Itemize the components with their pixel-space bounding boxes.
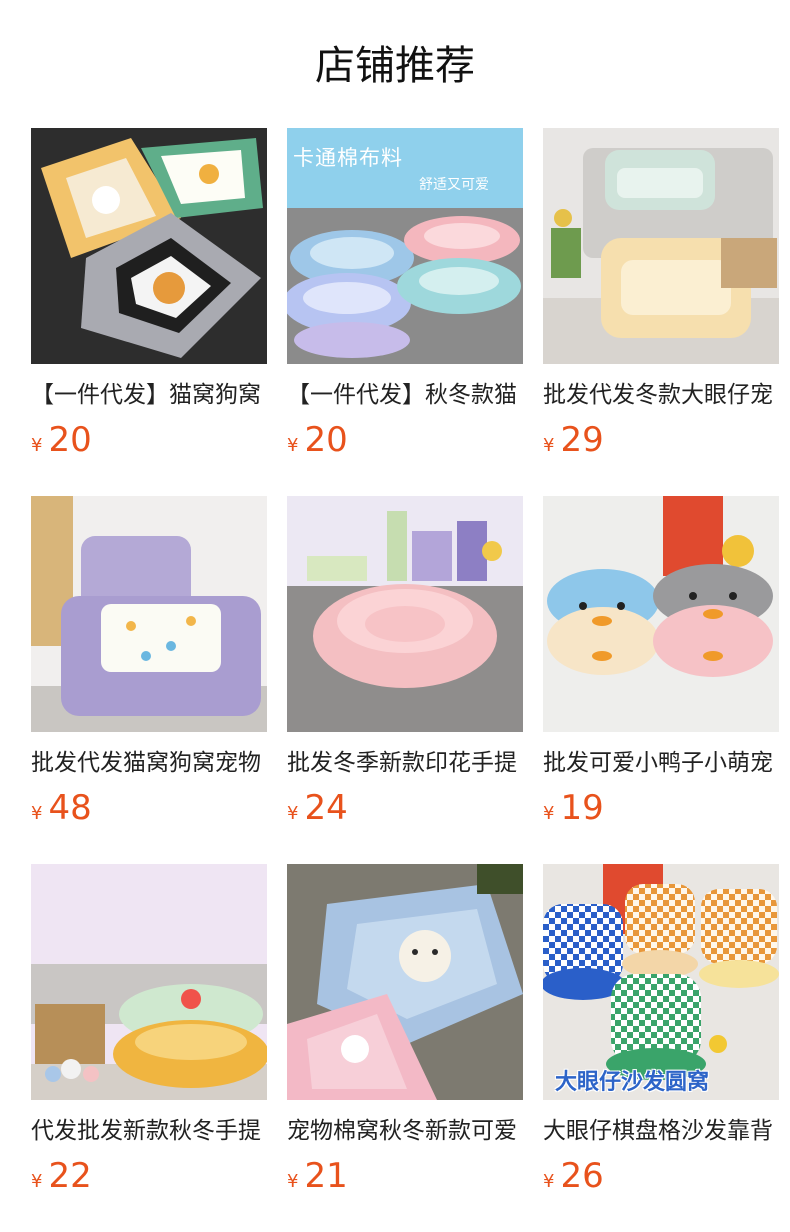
- product-card[interactable]: 宠物棉窝秋冬新款可爱 ¥21: [287, 864, 523, 1202]
- product-name[interactable]: 大眼仔棋盘格沙发靠背: [543, 1114, 779, 1148]
- currency-symbol: ¥: [287, 435, 299, 456]
- product-card[interactable]: 批发代发猫窝狗窝宠物 ¥48: [31, 496, 267, 834]
- product-card[interactable]: 批发冬季新款印花手提 ¥24: [287, 496, 523, 834]
- product-grid: 【一件代发】猫窝狗窝 ¥20 卡通棉布料 舒适又可爱 【一件代发】秋冬款猫 ¥2…: [31, 128, 779, 1202]
- product-image[interactable]: 卡通棉布料 舒适又可爱: [287, 128, 523, 364]
- product-image[interactable]: 大眼仔沙发圆窝: [543, 864, 779, 1100]
- price-value: 26: [560, 1156, 604, 1196]
- product-card[interactable]: 卡通棉布料 舒适又可爱 【一件代发】秋冬款猫 ¥20: [287, 128, 523, 466]
- image-caption-main: 大眼仔沙发圆窝: [555, 1070, 710, 1095]
- product-card[interactable]: 大眼仔沙发圆窝 大眼仔棋盘格沙发靠背 ¥26: [543, 864, 779, 1202]
- product-price: ¥48: [31, 788, 267, 828]
- product-price: ¥29: [543, 420, 779, 460]
- product-image[interactable]: [31, 864, 267, 1100]
- price-value: 21: [304, 1156, 348, 1196]
- price-value: 29: [560, 420, 604, 460]
- product-name[interactable]: 批发可爱小鸭子小萌宠: [543, 746, 779, 780]
- product-image[interactable]: [31, 128, 267, 364]
- product-price: ¥26: [543, 1156, 779, 1196]
- product-name[interactable]: 批发冬季新款印花手提: [287, 746, 523, 780]
- currency-symbol: ¥: [287, 803, 299, 824]
- product-image[interactable]: [287, 864, 523, 1100]
- currency-symbol: ¥: [31, 803, 43, 824]
- product-image[interactable]: [31, 496, 267, 732]
- product-name[interactable]: 批发代发冬款大眼仔宠: [543, 378, 779, 412]
- currency-symbol: ¥: [287, 1171, 299, 1192]
- product-name[interactable]: 【一件代发】猫窝狗窝: [31, 378, 267, 412]
- currency-symbol: ¥: [31, 435, 43, 456]
- product-name[interactable]: 宠物棉窝秋冬新款可爱: [287, 1114, 523, 1148]
- currency-symbol: ¥: [31, 1171, 43, 1192]
- price-value: 24: [304, 788, 348, 828]
- currency-symbol: ¥: [543, 1171, 555, 1192]
- product-name[interactable]: 【一件代发】秋冬款猫: [287, 378, 523, 412]
- currency-symbol: ¥: [543, 435, 555, 456]
- product-price: ¥19: [543, 788, 779, 828]
- price-value: 20: [304, 420, 348, 460]
- image-caption-sub: 舒适又可爱: [419, 177, 489, 193]
- product-price: ¥20: [31, 420, 267, 460]
- price-value: 20: [48, 420, 92, 460]
- product-image[interactable]: [287, 496, 523, 732]
- product-price: ¥22: [31, 1156, 267, 1196]
- product-card[interactable]: 批发可爱小鸭子小萌宠 ¥19: [543, 496, 779, 834]
- currency-symbol: ¥: [543, 803, 555, 824]
- section-title: 店铺推荐: [315, 43, 475, 89]
- product-name[interactable]: 批发代发猫窝狗窝宠物: [31, 746, 267, 780]
- product-price: ¥20: [287, 420, 523, 460]
- image-caption-main: 卡通棉布料: [293, 146, 403, 170]
- price-value: 19: [560, 788, 604, 828]
- price-value: 22: [48, 1156, 92, 1196]
- product-card[interactable]: 批发代发冬款大眼仔宠 ¥29: [543, 128, 779, 466]
- product-price: ¥24: [287, 788, 523, 828]
- product-price: ¥21: [287, 1156, 523, 1196]
- product-image[interactable]: [543, 128, 779, 364]
- product-card[interactable]: 代发批发新款秋冬手提 ¥22: [31, 864, 267, 1202]
- price-value: 48: [48, 788, 92, 828]
- product-image[interactable]: [543, 496, 779, 732]
- product-name[interactable]: 代发批发新款秋冬手提: [31, 1114, 267, 1148]
- product-card[interactable]: 【一件代发】猫窝狗窝 ¥20: [31, 128, 267, 466]
